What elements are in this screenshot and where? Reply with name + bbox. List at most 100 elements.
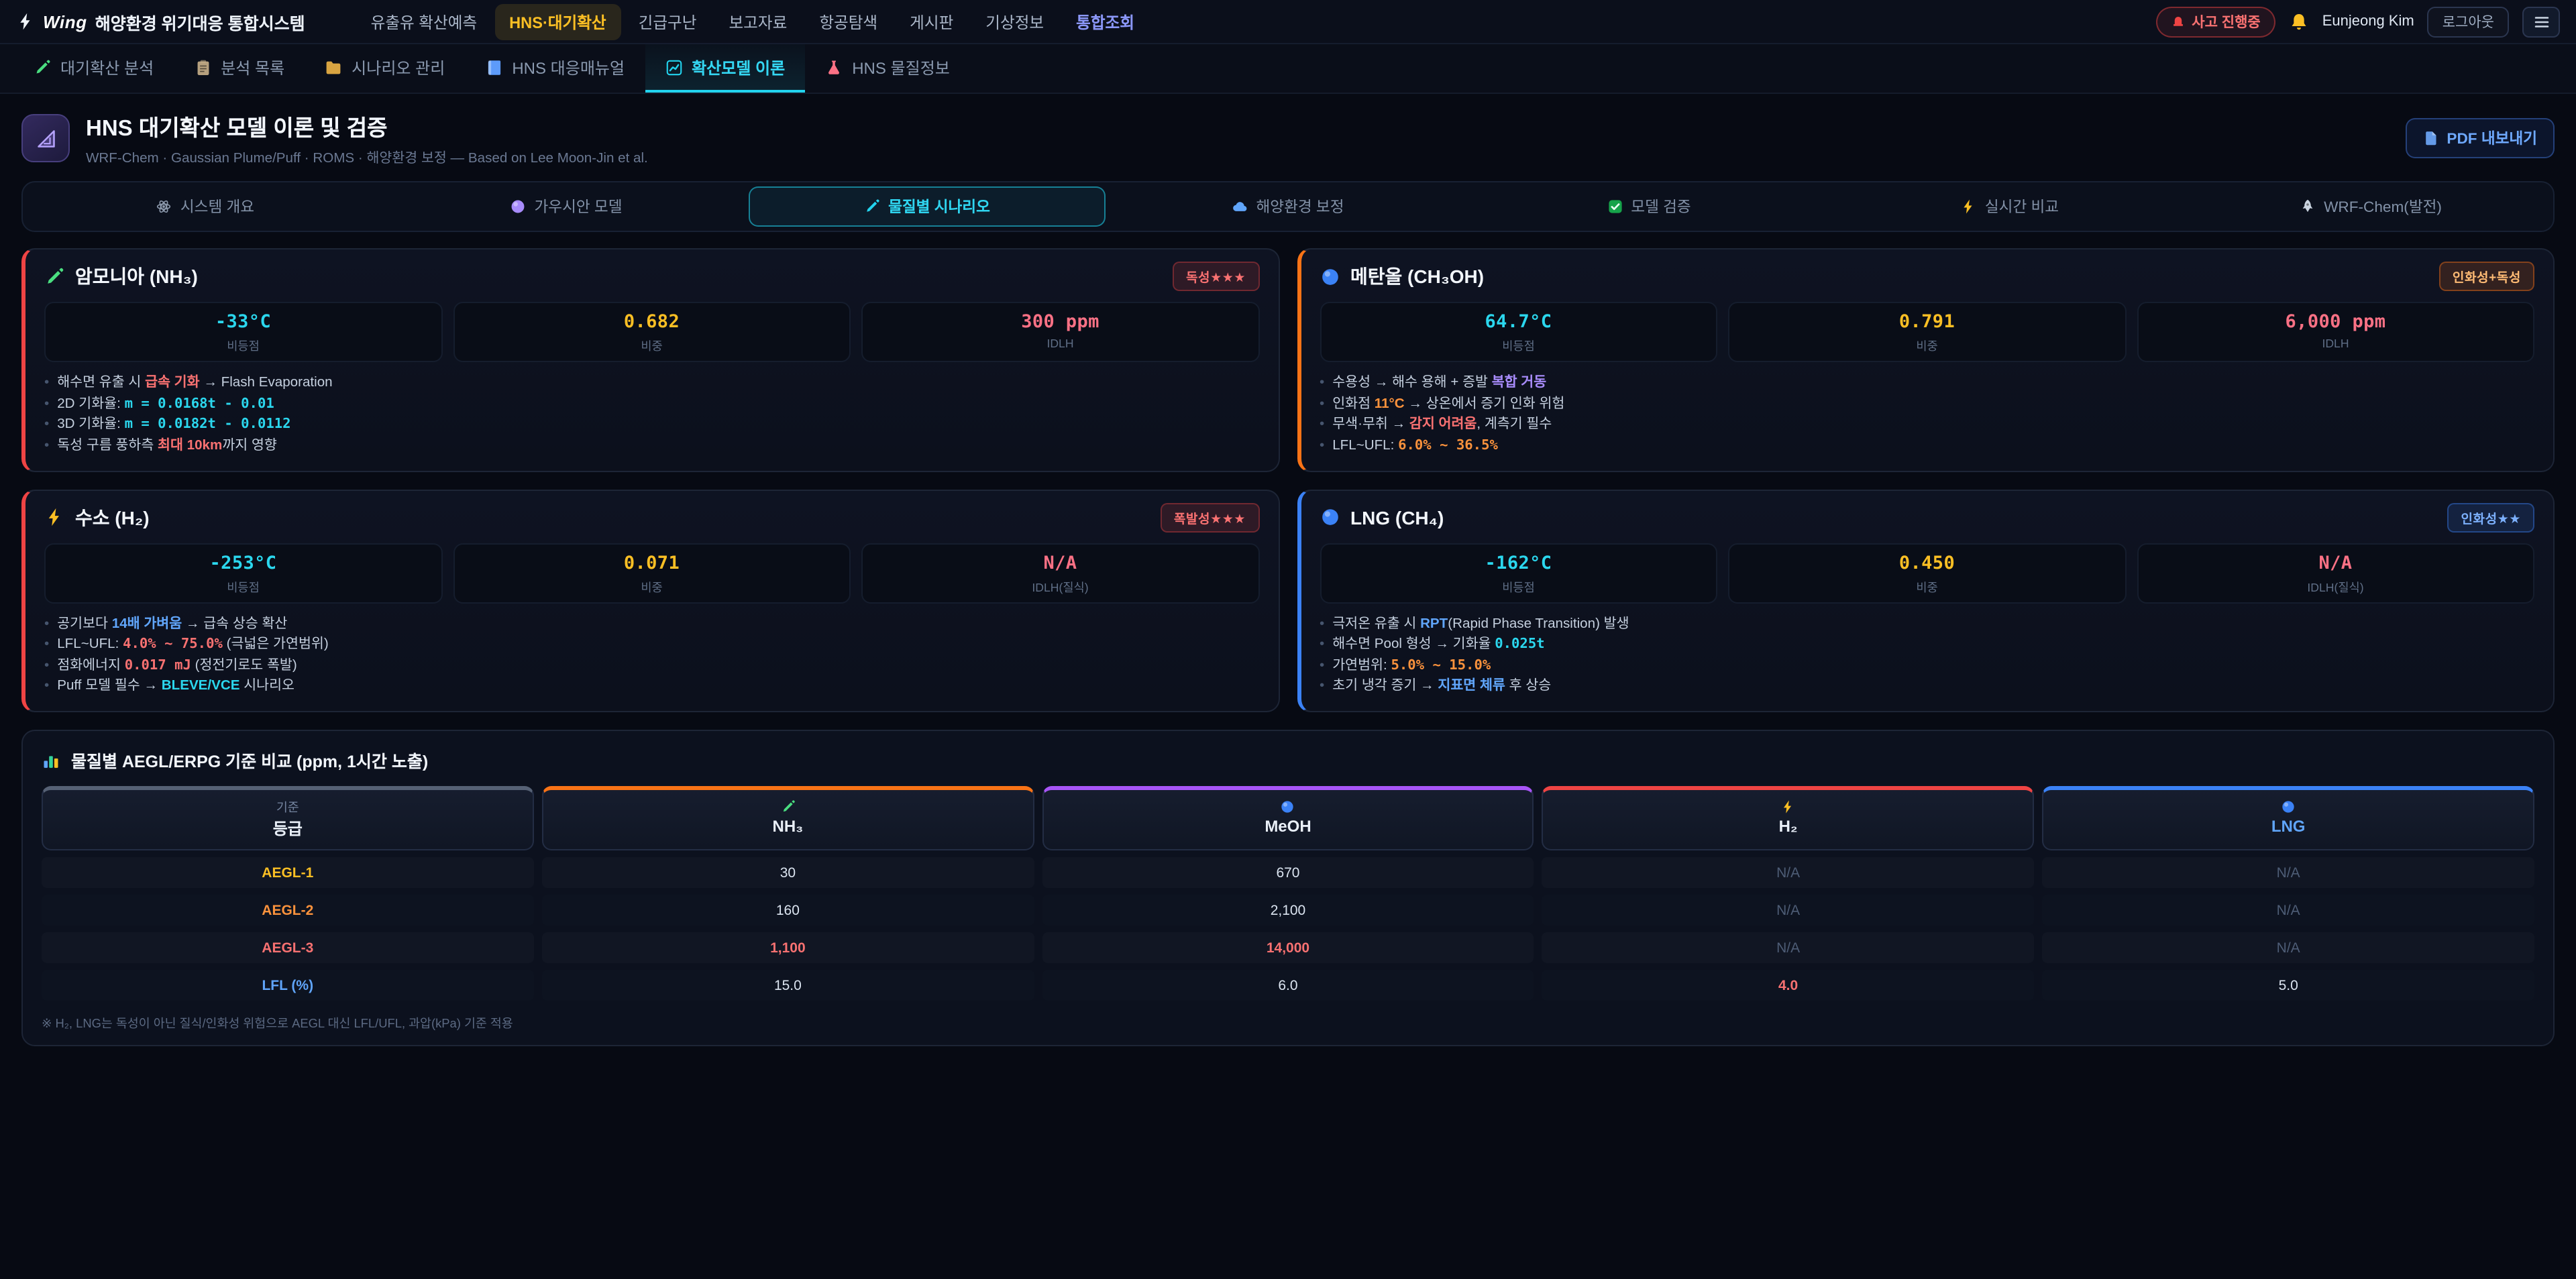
rocket-icon [2300, 199, 2316, 215]
bullet-text: 지표면 체류 [1438, 679, 1505, 694]
view-tab-4[interactable]: 해양환경 보정 [1110, 186, 1466, 227]
stat-value: -162°C [1326, 552, 1711, 573]
bullet-text: 초기 냉각 증기 → [1332, 679, 1438, 694]
bullet-text: 까지 영향 [222, 439, 277, 453]
bullet-text: 5.0% ~ 15.0% [1391, 657, 1491, 673]
stat-row: -253°C비등점0.071비중N/AIDLH(질식) [44, 543, 1259, 603]
table-header-top: 기준 [43, 797, 533, 816]
bullet-item: •해수면 Pool 형성 → 기화율 0.025t [1320, 634, 2534, 655]
aegl-table-panel: 물질별 AEGL/ERPG 기준 비교 (ppm, 1시간 노출) 기준등급NH… [21, 730, 2555, 1046]
bullet-text: 11°C [1375, 396, 1405, 411]
view-tab-label: WRF-Chem(발전) [2324, 196, 2442, 217]
nav-item-8[interactable]: 통합조회 [1061, 3, 1149, 40]
bullet-text: 0.025t [1495, 636, 1544, 652]
bullet-item: •점화에너지 0.017 mJ (정전기로도 폭발) [44, 656, 1259, 677]
subnav-tab-2[interactable]: 분석 목록 [174, 44, 305, 93]
bullet-text: → Flash Evaporation [200, 376, 333, 390]
view-tabs: 시스템 개요가우시안 모델물질별 시나리오해양환경 보정모델 검증실시간 비교 W… [21, 181, 2555, 232]
bullet-text: → 급속 상승 확산 [182, 616, 287, 631]
bullet-item: •Puff 모델 필수 → BLEVE/VCE 시나리오 [44, 677, 1259, 698]
subnav-tab-label: HNS 물질정보 [852, 56, 950, 78]
bullet-list: •수용성 → 해수 용해 + 증발 복합 거동•인화점 11°C → 상온에서 … [1320, 373, 2534, 457]
stat-box: 300 ppmIDLH [861, 302, 1259, 362]
bullet-dot: • [1320, 396, 1324, 411]
bullet-text: LFL~UFL: [57, 637, 123, 652]
table-header-label: H₂ [1544, 817, 2033, 836]
view-tab-3[interactable]: 물질별 시나리오 [749, 186, 1106, 227]
view-tab-6[interactable]: 실시간 비교 [1831, 186, 2188, 227]
table-cell: N/A [1542, 895, 2035, 926]
pdf-export-button[interactable]: PDF 내보내기 [2405, 118, 2555, 158]
nav-item-6[interactable]: 게시판 [895, 3, 968, 40]
view-tab-2[interactable]: 가우시안 모델 [388, 186, 745, 227]
bullet-text: m = 0.0182t - 0.0112 [125, 416, 291, 433]
card-title: 수소 (H₂) [75, 504, 150, 531]
bullet-item: •가연범위: 5.0% ~ 15.0% [1320, 656, 2534, 677]
bullet-item: •초기 냉각 증기 → 지표면 체류 후 상승 [1320, 677, 2534, 698]
bullet-item: •수용성 → 해수 용해 + 증발 복합 거동 [1320, 373, 2534, 394]
view-tab-7[interactable]: WRF-Chem(발전) [2192, 186, 2549, 227]
nav-item-7[interactable]: 기상정보 [971, 3, 1059, 40]
table-cell: 1,100 [542, 932, 1034, 963]
substance-card-nh3: 암모니아 (NH₃)독성★★★-33°C비등점0.682비중300 ppmIDL… [21, 248, 1279, 471]
bullet-dot: • [1320, 376, 1324, 390]
bullet-text: 극저온 유출 시 [1332, 616, 1420, 631]
nav-item-4[interactable]: 보고자료 [714, 3, 802, 40]
view-tab-1[interactable]: 시스템 개요 [27, 186, 384, 227]
bullet-item: •극저온 유출 시 RPT(Rapid Phase Transition) 발생 [1320, 614, 2534, 634]
bullet-dot: • [44, 659, 49, 673]
hamburger-menu-button[interactable] [2522, 6, 2560, 37]
bullet-item: •3D 기화율: m = 0.0182t - 0.0112 [44, 415, 1259, 436]
bullet-text: 6.0% ~ 36.5% [1398, 437, 1498, 453]
bell-icon [2289, 11, 2309, 32]
nav-item-2[interactable]: HNS·대기확산 [494, 3, 621, 40]
table-cell: N/A [2042, 857, 2534, 888]
table-header-col-3: MeOH [1042, 786, 1534, 850]
subnav-tab-label: 시나리오 관리 [352, 56, 445, 78]
bullet-dot: • [44, 616, 49, 631]
logout-button[interactable]: 로그아웃 [2428, 6, 2509, 37]
subnav-tab-1[interactable]: 대기확산 분석 [13, 44, 174, 93]
table-cell: N/A [1542, 932, 2035, 963]
stat-label: IDLH [868, 337, 1252, 350]
subnav-tab-label: 대기확산 분석 [60, 56, 154, 78]
card-header: 메탄올 (CH₃OH)인화성+독성 [1320, 262, 2534, 291]
nav-item-5[interactable]: 항공탐색 [804, 3, 892, 40]
table-cell: N/A [2042, 932, 2534, 963]
subnav-tab-4[interactable]: HNS 대응매뉴얼 [465, 44, 645, 93]
bullet-text: 4.0% ~ 75.0% [123, 636, 223, 652]
subnav-tab-5[interactable]: 확산모델 이론 [645, 44, 805, 93]
bullet-text: (정전기로도 폭발) [191, 659, 297, 673]
stat-label: 비중 [460, 577, 844, 595]
stat-box: 64.7°C비등점 [1320, 302, 1717, 362]
bullet-item: •LFL~UFL: 6.0% ~ 36.5% [1320, 436, 2534, 457]
flask-icon [825, 58, 843, 76]
incident-status-badge[interactable]: 사고 진행중 [2155, 6, 2275, 37]
bolt-icon [1961, 199, 1977, 215]
sphere-icon [511, 199, 527, 215]
table-header-label: 등급 [43, 817, 533, 840]
bullet-item: •2D 기화율: m = 0.0168t - 0.01 [44, 394, 1259, 414]
table-cell: 2,100 [1042, 895, 1534, 926]
bullet-text: 해수면 유출 시 [57, 376, 145, 390]
nav-item-1[interactable]: 유출유 확산예측 [356, 3, 492, 40]
top-right-cluster: 사고 진행중 Eunjeong Kim 로그아웃 [2155, 6, 2560, 37]
stat-box: N/AIDLH(질식) [2137, 543, 2534, 603]
top-nav: Wing 해양환경 위기대응 통합시스템 유출유 확산예측HNS·대기확산긴급구… [0, 0, 2576, 44]
view-tab-5[interactable]: 모델 검증 [1470, 186, 1827, 227]
subnav-tab-3[interactable]: 시나리오 관리 [305, 44, 465, 93]
table-cell: 30 [542, 857, 1034, 888]
table-cell: 15.0 [542, 970, 1034, 1001]
bullet-text: Puff 모델 필수 → [57, 679, 162, 694]
stat-value: 64.7°C [1326, 311, 1711, 333]
subnav-tab-6[interactable]: HNS 물질정보 [805, 44, 970, 93]
notifications-button[interactable] [2289, 11, 2309, 32]
nav-item-3[interactable]: 긴급구난 [624, 3, 712, 40]
table-header-label: NH₃ [543, 817, 1033, 836]
cloud-icon [1232, 199, 1248, 215]
stat-value: N/A [2143, 552, 2528, 573]
bullet-text: m = 0.0168t - 0.01 [125, 395, 274, 411]
bullet-text: 14배 가벼움 [112, 616, 182, 631]
table-header-top [543, 797, 1033, 816]
atom-icon [156, 199, 172, 215]
